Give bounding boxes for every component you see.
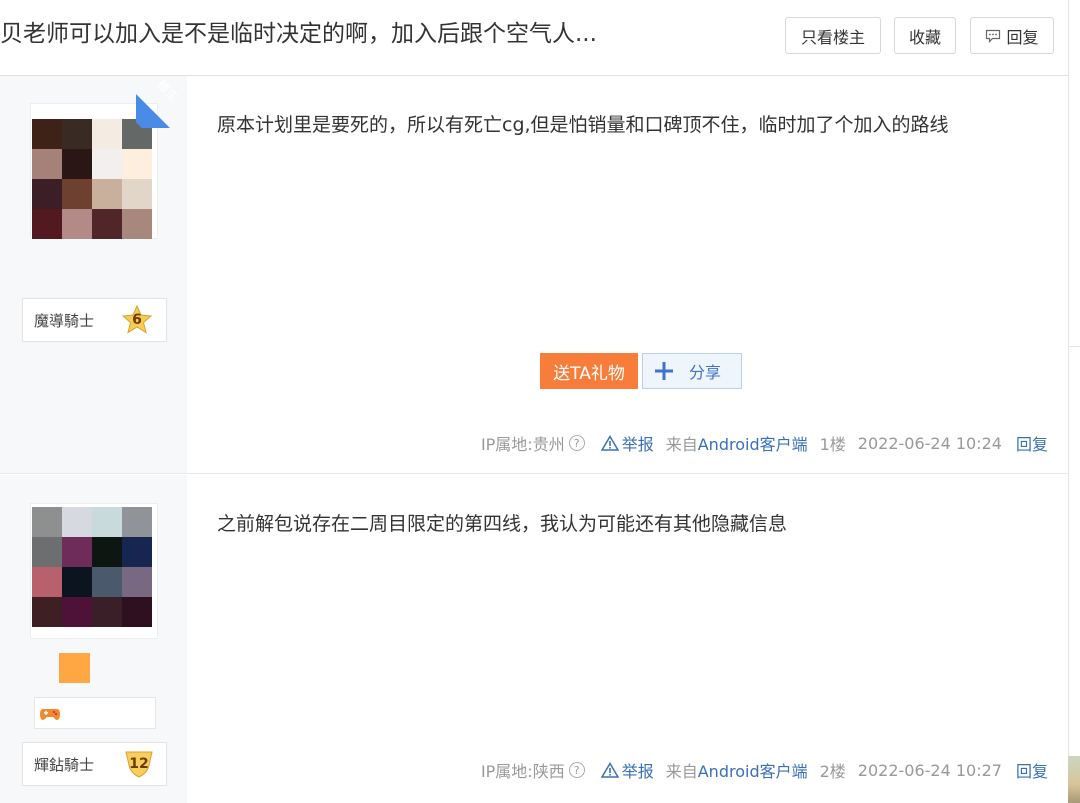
warning-icon [600, 435, 619, 451]
level-title: 輝鉆騎士 [34, 755, 95, 774]
avatar-pixelated-image [32, 507, 152, 627]
avatar-pixelated-image [32, 119, 152, 239]
send-gift-button[interactable]: 送TA礼物 [540, 353, 638, 389]
thread-title: 贝老师可以加入是不是临时决定的啊，加入后跟个空气人... [0, 21, 597, 47]
member-level-badge[interactable]: 魔導騎士 6 [22, 298, 167, 342]
reply-link[interactable]: 回复 [1016, 431, 1048, 455]
op-ribbon: 楼主 [136, 76, 188, 128]
share-plus-icon [653, 360, 675, 382]
reply-button[interactable]: 回复 [970, 17, 1054, 54]
reply-link[interactable]: 回复 [1016, 758, 1048, 782]
right-scroll-edge [1068, 0, 1080, 803]
post-source: 来自Android客户端 [665, 435, 808, 454]
post-content: 之前解包说存在二周目限定的第四线，我认为可能还有其他隐藏信息 [217, 513, 788, 535]
post-time: 2022-06-24 10:27 [857, 760, 1002, 780]
game-controller-icon [39, 704, 61, 722]
android-client-link[interactable]: Android客户端 [698, 435, 808, 454]
thread-header: 贝老师可以加入是不是临时决定的啊，加入后跟个空气人... 只看楼主 收藏 回复 [0, 0, 1068, 76]
level-shield-icon: 12 [123, 749, 155, 779]
reply-button-label: 回复 [1006, 27, 1039, 47]
report-link[interactable]: 举报 [600, 431, 654, 455]
post-content: 原本计划里是要死的，所以有死亡cg,但是怕销量和口碑顶不住，临时加了个加入的路线 [217, 114, 949, 136]
share-label: 分享 [689, 363, 722, 382]
post-meta: IP属地:陕西 ? 举报 来自Android客户端 2楼 2022-06-24 … [481, 758, 1048, 782]
warning-icon [600, 762, 619, 778]
level-title: 魔導騎士 [34, 311, 95, 330]
fan-badge[interactable] [34, 697, 156, 729]
only-op-button[interactable]: 只看楼主 [785, 17, 881, 54]
post-meta: IP属地:贵州 ? 举报 来自Android客户端 1楼 2022-06-24 … [481, 431, 1048, 455]
ip-location: IP属地:贵州 [480, 435, 565, 454]
corner-image-fragment [1068, 756, 1080, 803]
post-floor-2: 輝鉆騎士 12 之前解包说存在二周目限定的第四线，我认为可能还有其他隐藏信息 I… [0, 475, 1068, 803]
ip-location: IP属地:陕西 [480, 762, 565, 781]
comment-icon [985, 29, 1001, 43]
floor-number: 2楼 [819, 762, 846, 781]
avatar[interactable] [30, 503, 158, 639]
author-sidebar: 楼主 魔導騎士 6 [0, 76, 188, 473]
android-client-link[interactable]: Android客户端 [698, 762, 808, 781]
post-time: 2022-06-24 10:24 [857, 433, 1002, 453]
author-sidebar: 輝鉆騎士 12 [0, 475, 187, 803]
report-link[interactable]: 举报 [600, 758, 654, 782]
floor-number: 1楼 [819, 435, 846, 454]
user-tag-square [59, 653, 90, 683]
post-source: 来自Android客户端 [665, 762, 808, 781]
member-level-badge[interactable]: 輝鉆騎士 12 [22, 742, 167, 786]
favorite-button[interactable]: 收藏 [894, 17, 956, 54]
help-icon[interactable]: ? [568, 435, 585, 451]
share-button[interactable]: 分享 [642, 353, 742, 389]
help-icon[interactable]: ? [568, 762, 585, 778]
level-star-icon: 6 [121, 304, 153, 335]
post-floor-1: 楼主 魔導騎士 6 原本计划里是要死的，所以有死亡cg,但是怕销量和口碑顶不住，… [0, 76, 1068, 474]
